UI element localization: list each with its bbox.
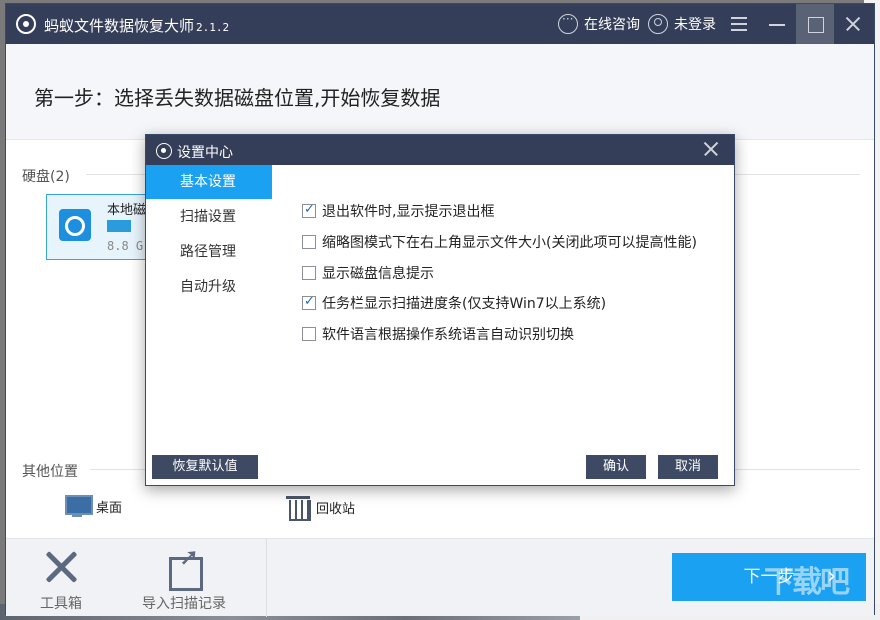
menu-icon[interactable]: [720, 4, 758, 44]
login-button[interactable]: 未登录: [648, 14, 716, 34]
location-recycle-bin-label: 回收站: [316, 501, 356, 517]
option-auto-language-label: 软件语言根据操作系统语言自动识别切换: [322, 327, 574, 343]
settings-dialog: 设置中心 基本设置 扫描设置 路径管理 自动升级 退出软件时,显示提示退出框 缩…: [145, 134, 735, 486]
watermark: 下载吧: [764, 565, 850, 600]
option-exit-prompt-label: 退出软件时,显示提示退出框: [322, 204, 495, 220]
step-header: 第一步：选择丢失数据磁盘位置,开始恢复数据: [6, 44, 874, 140]
dialog-logo-icon: [156, 143, 172, 159]
checkbox-exit-prompt[interactable]: [302, 202, 316, 218]
disk-icon: [59, 209, 91, 241]
option-auto-language[interactable]: 软件语言根据操作系统语言自动识别切换: [302, 324, 574, 344]
app-version: 2.1.2: [196, 21, 230, 34]
restore-defaults-button[interactable]: 恢复默认值: [152, 455, 258, 479]
nav-path-management[interactable]: 路径管理: [146, 235, 272, 269]
nav-scan-settings[interactable]: 扫描设置: [146, 200, 272, 234]
confirm-button[interactable]: 确认: [586, 455, 646, 479]
dialog-title: 设置中心: [177, 145, 233, 161]
app-title-text: 蚂蚁文件数据恢复大师: [44, 17, 195, 35]
step-title: 第一步：选择丢失数据磁盘位置,开始恢复数据: [34, 86, 441, 110]
toolbox-button[interactable]: 工具箱: [16, 547, 106, 613]
location-recycle-bin[interactable]: 回收站: [286, 494, 356, 521]
online-consult-button[interactable]: 在线咨询: [558, 12, 640, 34]
app-logo-icon: [16, 14, 36, 34]
option-thumbnail-size[interactable]: 缩略图模式下在右上角显示文件大小(关闭此项可以提高性能): [302, 232, 697, 252]
option-taskbar-progress-label: 任务栏显示扫描进度条(仅支持Win7以上系统): [322, 296, 607, 312]
checkbox-thumbnail-size[interactable]: [302, 235, 316, 249]
checkbox-auto-language[interactable]: [302, 327, 316, 341]
nav-basic-settings[interactable]: 基本设置: [146, 165, 272, 199]
maximize-button[interactable]: [796, 4, 834, 44]
close-button[interactable]: [834, 4, 872, 44]
location-desktop-label: 桌面: [96, 500, 123, 516]
import-scan-label: 导入扫描记录: [142, 596, 226, 612]
option-exit-prompt[interactable]: 退出软件时,显示提示退出框: [302, 201, 494, 221]
footer-separator: [266, 539, 267, 617]
checkbox-disk-info[interactable]: [302, 266, 316, 280]
checkbox-taskbar-progress[interactable]: [302, 294, 316, 310]
disks-section-label: 硬盘(2): [22, 169, 70, 185]
other-locations-label: 其他位置: [22, 464, 78, 480]
app-title: 蚂蚁文件数据恢复大师 2.1.2: [44, 15, 229, 36]
title-bar: 蚂蚁文件数据恢复大师2.1.2 在线咨询 未登录: [6, 4, 874, 44]
minimize-button[interactable]: [758, 4, 796, 44]
login-status-label: 未登录: [674, 17, 716, 33]
cancel-button[interactable]: 取消: [658, 455, 718, 479]
disk-usage-bar: [107, 220, 131, 232]
location-desktop[interactable]: 桌面: [64, 494, 122, 518]
footer-bar: 工具箱 导入扫描记录 下一步 › 下载吧: [6, 538, 874, 617]
option-thumbnail-size-label: 缩略图模式下在右上角显示文件大小(关闭此项可以提高性能): [322, 235, 697, 251]
online-consult-label: 在线咨询: [584, 17, 640, 33]
option-taskbar-progress[interactable]: 任务栏显示扫描进度条(仅支持Win7以上系统): [302, 293, 606, 313]
dialog-close-icon[interactable]: [702, 139, 720, 157]
user-icon: [648, 14, 668, 34]
import-icon: [165, 543, 203, 591]
chat-icon: [558, 12, 578, 34]
option-disk-info-label: 显示磁盘信息提示: [322, 266, 434, 282]
toolbox-label: 工具箱: [40, 596, 82, 612]
trash-icon: [286, 494, 311, 521]
nav-auto-upgrade[interactable]: 自动升级: [146, 270, 272, 304]
dialog-title-bar: 设置中心: [146, 135, 734, 165]
option-disk-info[interactable]: 显示磁盘信息提示: [302, 263, 434, 283]
wrench-icon: [42, 547, 80, 587]
import-scan-button[interactable]: 导入扫描记录: [124, 543, 244, 613]
dialog-nav: 基本设置 扫描设置 路径管理 自动升级: [146, 165, 272, 485]
monitor-icon: [64, 494, 93, 518]
